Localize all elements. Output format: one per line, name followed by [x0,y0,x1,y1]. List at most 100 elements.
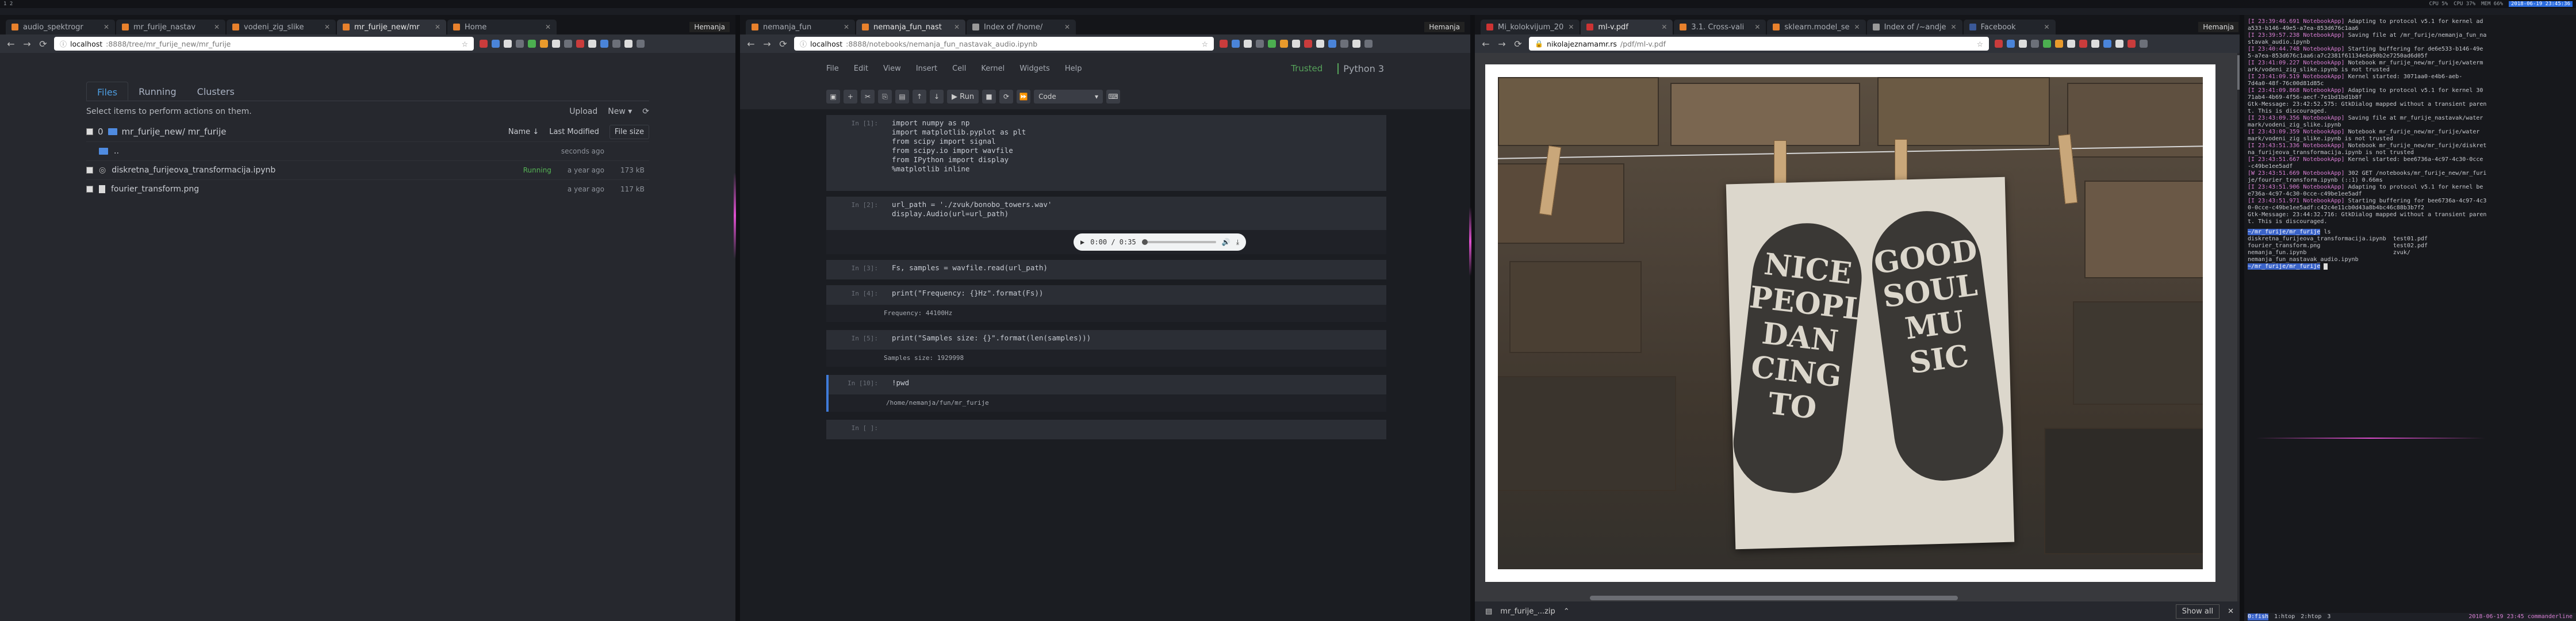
extension-icon[interactable] [1340,40,1348,48]
extension-icon[interactable] [2019,40,2027,48]
new-dropdown[interactable]: New ▾ [608,107,632,116]
audio-player[interactable]: ▶ 0:00 / 0:35 🔊 ⤓ [1074,233,1246,251]
back-icon[interactable]: ← [746,39,756,49]
close-tab-icon[interactable]: ✕ [1951,23,1957,31]
menu-view[interactable]: View [883,64,901,73]
move-up-icon[interactable]: ↑ [913,90,926,103]
reload-icon[interactable]: ⟳ [38,39,48,49]
code-cell[interactable]: In [4]: print("Frequency: {}Hz".format(F… [826,285,1386,305]
close-tab-icon[interactable]: ✕ [844,23,849,31]
move-down-icon[interactable]: ↓ [930,90,944,103]
browser-tab[interactable]: mr_furije_nastav ✕ [116,20,225,34]
menu-kernel[interactable]: Kernel [981,64,1005,73]
menu-cell[interactable]: Cell [952,64,966,73]
breadcrumb[interactable]: mr_furije_new/ mr_furije [122,126,227,137]
code-cell-selected[interactable]: In [10]: !pwd [826,375,1386,394]
extension-icon[interactable] [2128,40,2136,48]
reload-icon[interactable]: ⟳ [778,39,788,49]
kernel-indicator[interactable]: Python 3 [1337,63,1384,74]
extension-icon[interactable] [564,40,572,48]
extension-icon[interactable] [1292,40,1300,48]
extension-icon[interactable] [576,40,584,48]
info-icon[interactable]: ⓘ [60,39,67,49]
close-tab-icon[interactable]: ✕ [1754,23,1760,31]
star-icon[interactable]: ☆ [1977,40,1983,48]
horizontal-scrollbar[interactable] [1590,596,1958,600]
pdf-viewer[interactable]: NICE PEOPLE DAN CING TO GOOD SOUL MU SIC [1475,53,2244,601]
status-window[interactable]: 3 [2327,614,2330,620]
menu-edit[interactable]: Edit [854,64,868,73]
select-all-checkbox[interactable] [86,128,93,135]
extension-icon[interactable] [2043,40,2051,48]
status-window[interactable]: 0:fish [2248,614,2269,620]
menu-icon[interactable] [637,40,645,48]
status-window[interactable]: 2:htop [2301,614,2321,620]
menu-help[interactable]: Help [1065,64,1082,73]
back-icon[interactable]: ← [6,39,16,49]
extension-icon[interactable] [1268,40,1276,48]
extension-icon[interactable] [1316,40,1324,48]
tab-clusters[interactable]: Clusters [187,82,245,101]
extension-icon[interactable] [2031,40,2039,48]
browser-tab[interactable]: nemanja_fun ✕ [746,20,855,34]
browser-tab[interactable]: audio_spektrogr ✕ [6,20,115,34]
menu-insert[interactable]: Insert [916,64,937,73]
tab-running[interactable]: Running [128,82,187,101]
menu-file[interactable]: File [826,64,839,73]
cut-icon[interactable]: ✂ [861,90,875,103]
extension-icon[interactable] [1304,40,1312,48]
chevron-up-icon[interactable]: ⌃ [1563,607,1570,616]
cell-code[interactable]: url_path = './zvuk/bonobo_towers.wav' di… [892,200,1381,218]
code-cell[interactable]: In [1]: import numpy as np import matplo… [826,115,1386,191]
close-tab-icon[interactable]: ✕ [103,23,109,31]
address-bar[interactable]: ⓘ localhost:8888/notebooks/nemanja_fun_n… [794,37,1214,51]
back-icon[interactable]: ← [1481,39,1491,49]
close-tab-icon[interactable]: ✕ [214,23,220,31]
list-item[interactable]: .. seconds ago [86,141,649,160]
extension-icon[interactable] [540,40,548,48]
list-item[interactable]: fourier_transform.png a year ago 117 kB [86,179,649,198]
extension-icon[interactable] [588,40,596,48]
extension-icon[interactable] [1256,40,1264,48]
extension-icon[interactable] [1244,40,1252,48]
cell-code[interactable]: import numpy as np import matplotlib.pyp… [892,118,1381,174]
interrupt-icon[interactable]: ■ [982,90,996,103]
extension-icon[interactable] [552,40,560,48]
row-checkbox[interactable] [86,186,93,193]
forward-icon[interactable]: → [762,39,772,49]
close-tab-icon[interactable]: ✕ [1568,23,1574,31]
extension-icon[interactable] [2007,40,2015,48]
download-item[interactable]: mr_furije_...zip [1500,607,1555,616]
selected-count[interactable]: 0 [98,126,103,137]
audio-seek-slider[interactable] [1141,239,1216,245]
close-tab-icon[interactable]: ✕ [1661,23,1667,31]
list-item[interactable]: ◎ diskretna_furijeova_transformacija.ipy… [86,160,649,179]
download-icon[interactable]: ⤓ [1236,238,1239,247]
sort-modified-button[interactable]: Last Modified [549,128,599,136]
extension-icon[interactable] [2091,40,2099,48]
close-icon[interactable]: ✕ [2228,607,2234,616]
show-all-button[interactable]: Show all [2175,604,2220,619]
browser-tab[interactable]: Facebook ✕ [1963,20,2056,34]
code-cell[interactable]: In [3]: Fs, samples = wavfile.read(url_p… [826,260,1386,279]
browser-tab[interactable]: Home ✕ [447,20,557,34]
cell-type-select[interactable]: Code ▾ [1034,90,1103,103]
extension-icon[interactable] [504,40,512,48]
cell-code[interactable]: print("Samples size: {}".format(len(samp… [892,334,1381,343]
extension-icon[interactable] [2055,40,2063,48]
address-bar[interactable]: ⓘ localhost:8888/tree/mr_furije_new/mr_f… [54,37,474,51]
menu-icon[interactable] [1364,40,1373,48]
extension-icon[interactable] [600,40,608,48]
extension-icon[interactable] [624,40,632,48]
restart-icon[interactable]: ⟳ [999,90,1014,103]
star-icon[interactable]: ☆ [1202,40,1208,48]
extension-icon[interactable] [516,40,524,48]
forward-icon[interactable]: → [22,39,32,49]
menu-widgets[interactable]: Widgets [1019,64,1050,73]
tab-files[interactable]: Files [86,82,129,101]
play-icon[interactable]: ▶ [1080,238,1084,246]
extension-icon[interactable] [612,40,620,48]
refresh-icon[interactable]: ⟳ [642,107,649,116]
upload-button[interactable]: Upload [569,107,597,116]
info-icon[interactable]: ⓘ [800,39,807,49]
